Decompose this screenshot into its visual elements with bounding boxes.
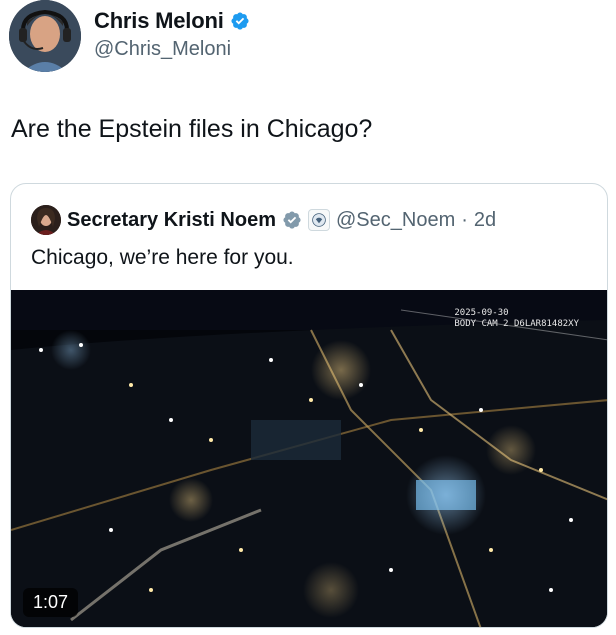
video-duration-badge: 1:07 — [23, 588, 79, 617]
quoted-tweet-header: Secretary Kristi Noem @Sec_Noem · 2d — [31, 205, 496, 235]
bodycam-id: BODY CAM 2 D6LAR81482XY — [454, 319, 579, 329]
tweet: Chris Meloni @Chris_Meloni Are the Epste… — [0, 0, 616, 635]
quoted-author-avatar[interactable] — [31, 205, 61, 235]
separator-dot: · — [461, 208, 468, 231]
video-player[interactable]: 2025-09-30 BODY CAM 2 D6LAR81482XY 1:07 — [11, 290, 607, 627]
author-name[interactable]: Chris Meloni — [94, 8, 224, 34]
quoted-tweet-timestamp[interactable]: 2d — [474, 209, 496, 232]
tweet-text: Are the Epstein files in Chicago? — [11, 115, 373, 143]
government-seal-icon — [307, 209, 330, 231]
verified-badge-icon — [282, 210, 302, 230]
quoted-tweet-text: Chicago, we’re here for you. — [31, 246, 294, 269]
bodycam-date: 2025-09-30 — [454, 308, 509, 318]
quoted-tweet-card[interactable]: Secretary Kristi Noem @Sec_Noem · 2d Chi… — [10, 183, 608, 628]
author-avatar[interactable] — [9, 0, 81, 72]
video-thumbnail — [11, 290, 607, 627]
quoted-author-name[interactable]: Secretary Kristi Noem — [67, 209, 276, 232]
author-handle[interactable]: @Chris_Meloni — [94, 38, 231, 61]
quoted-author-handle[interactable]: @Sec_Noem — [336, 209, 455, 232]
author-name-row[interactable]: Chris Meloni — [94, 8, 250, 34]
bodycam-overlay: 2025-09-30 BODY CAM 2 D6LAR81482XY — [454, 308, 579, 330]
verified-badge-icon — [230, 11, 250, 31]
